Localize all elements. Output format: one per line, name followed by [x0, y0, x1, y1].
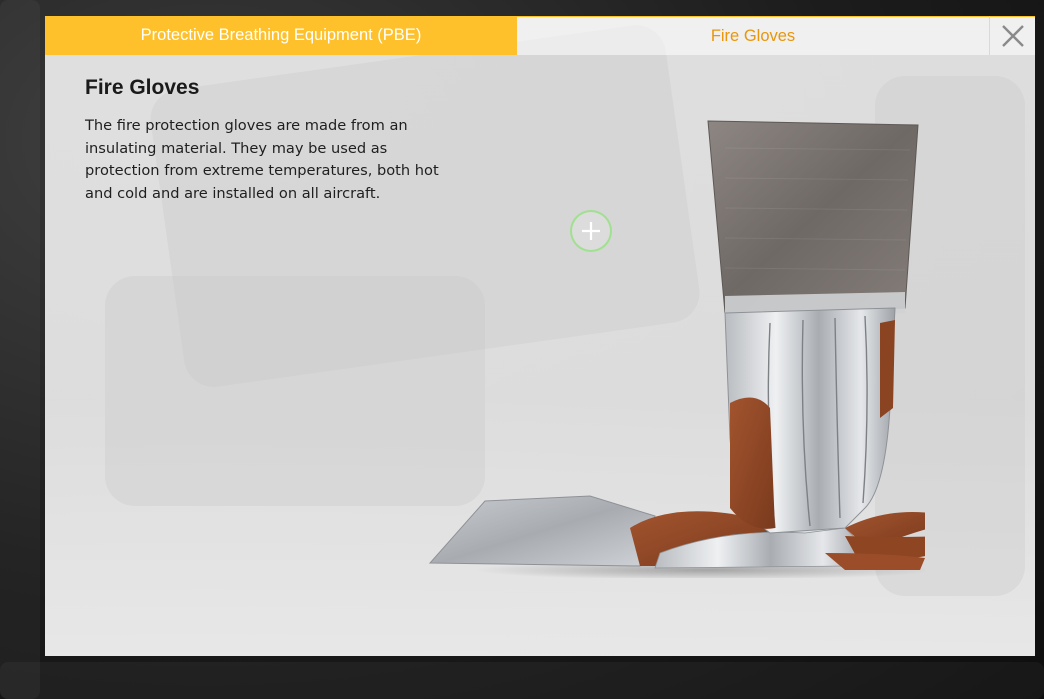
background-panel	[0, 0, 40, 699]
content-description: The fire protection gloves are made from…	[85, 117, 439, 202]
tab-label: Protective Breathing Equipment (PBE)	[140, 26, 422, 44]
close-button[interactable]	[989, 16, 1035, 55]
background-panel	[0, 662, 1044, 699]
close-icon	[1001, 25, 1024, 47]
tab-pbe[interactable]: Protective Breathing Equipment (PBE)	[45, 16, 517, 55]
tab-label: Fire Gloves	[710, 26, 796, 45]
fire-glove-image	[428, 120, 925, 578]
tab-bar: Protective Breathing Equipment (PBE) Fir…	[45, 16, 1035, 55]
tab-fire-gloves[interactable]: Fire Gloves	[517, 16, 989, 55]
info-modal: Protective Breathing Equipment (PBE) Fir…	[45, 16, 1035, 656]
content-title: Fire Gloves	[85, 76, 200, 99]
